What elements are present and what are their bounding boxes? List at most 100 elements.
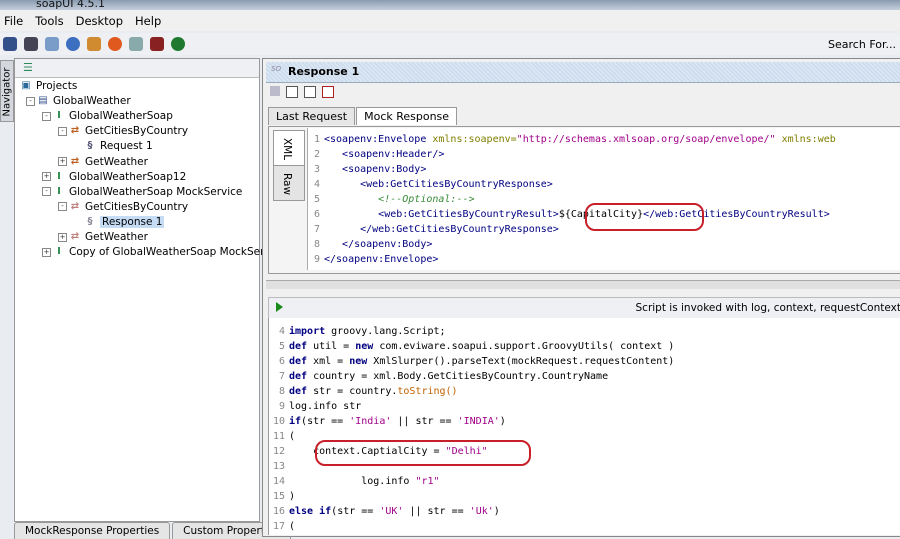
code-token: || str == xyxy=(391,416,457,427)
code-token: xmlns:web xyxy=(776,134,836,145)
users-icon[interactable] xyxy=(87,37,101,51)
preferences-icon[interactable] xyxy=(129,37,143,51)
navigator-tab[interactable]: Navigator xyxy=(0,60,14,122)
soapui-icon[interactable] xyxy=(108,37,122,51)
code-token: def xyxy=(289,386,307,397)
soap-action-icon[interactable] xyxy=(270,86,280,96)
collapse-icon[interactable]: - xyxy=(58,202,67,211)
tree-item[interactable]: +I Copy of GlobalWeatherSoap MockService xyxy=(42,245,286,259)
groovy-script-editor[interactable]: 4import groovy.lang.Script;5def util = n… xyxy=(268,318,900,535)
mockservice-icon: I xyxy=(54,247,64,257)
tab-mock-response[interactable]: Mock Response xyxy=(356,107,457,125)
xml-editor[interactable]: 1<soapenv:Envelope xmlns:soapenv="http:/… xyxy=(307,128,900,270)
code-token: xmlns:soapenv= xyxy=(432,134,516,145)
menu-file[interactable]: File xyxy=(4,14,23,28)
expand-icon[interactable]: + xyxy=(58,157,67,166)
code-token: <web:GetCitiesByCountryResult> xyxy=(324,209,559,220)
tab-last-request[interactable]: Last Request xyxy=(268,107,355,125)
response-title-bar: SOResponse 1 xyxy=(266,62,900,83)
code-token: log.info str xyxy=(289,401,361,412)
list-icon[interactable]: ☰ xyxy=(23,61,33,74)
line-number: 8 xyxy=(310,237,320,252)
toggle-icon[interactable] xyxy=(304,86,316,98)
new-project-icon[interactable] xyxy=(3,37,17,51)
expand-icon[interactable]: + xyxy=(42,248,51,257)
split-divider[interactable] xyxy=(266,280,900,289)
tab-mockresponse-properties[interactable]: MockResponse Properties xyxy=(14,522,170,539)
tab-xml[interactable]: XML xyxy=(273,130,305,166)
tree-item-label: GetWeather xyxy=(85,231,148,243)
fault-icon[interactable] xyxy=(322,86,334,98)
code-line: 8 </soapenv:Body> xyxy=(310,237,432,252)
code-token: </web:GetCitiesByCountryResponse> xyxy=(324,224,559,235)
code-token: ( xyxy=(289,521,295,532)
tree-item-label: GetCitiesByCountry xyxy=(85,201,188,213)
forum-icon[interactable] xyxy=(171,37,185,51)
code-line: 5 <!--Optional:--> xyxy=(310,192,475,207)
help-icon[interactable] xyxy=(66,37,80,51)
code-line: 14 log.info "r1" xyxy=(271,474,440,489)
collapse-icon[interactable]: - xyxy=(42,187,51,196)
code-token: 'UK' xyxy=(379,506,403,517)
mock-response-icon: § xyxy=(85,217,95,227)
tree-item[interactable]: -IGlobalWeatherSoap xyxy=(42,109,173,123)
save-icon[interactable] xyxy=(45,37,59,51)
tree-item[interactable]: ▣Projects xyxy=(21,79,77,93)
code-line: 2 <soapenv:Header/> xyxy=(310,147,444,162)
soap-request-icon: § xyxy=(85,141,95,151)
tree-item-label: Copy of GlobalWeatherSoap MockService xyxy=(69,246,286,258)
line-number: 14 xyxy=(271,474,285,489)
mockservice-icon: I xyxy=(54,187,64,197)
run-script-icon[interactable] xyxy=(276,302,283,312)
menu-help[interactable]: Help xyxy=(135,14,161,28)
tree-item[interactable]: +IGlobalWeatherSoap12 xyxy=(42,170,186,184)
import-icon[interactable] xyxy=(24,37,38,51)
menu-desktop[interactable]: Desktop xyxy=(76,14,123,28)
code-line: 4 <web:GetCitiesByCountryResponse> xyxy=(310,177,553,192)
tree-item[interactable]: +⇄GetWeather xyxy=(58,155,148,169)
code-token: xml = xyxy=(307,356,349,367)
format-icon[interactable] xyxy=(286,86,298,98)
window-title: soapUI 4.5.1 xyxy=(36,0,105,10)
line-number: 12 xyxy=(271,444,285,459)
code-token: ( xyxy=(289,431,295,442)
tree-item[interactable]: -▤GlobalWeather xyxy=(26,94,131,108)
tree-item[interactable]: -⇄GetCitiesByCountry xyxy=(58,124,188,138)
tree-item[interactable]: §Response 1 xyxy=(85,215,164,229)
line-number: 6 xyxy=(310,207,320,222)
code-token: 'Uk' xyxy=(470,506,494,517)
tree-item[interactable]: -IGlobalWeatherSoap MockService xyxy=(42,185,242,199)
code-line: 11( xyxy=(271,429,295,444)
code-token: <web:GetCitiesByCountryResponse> xyxy=(324,179,553,190)
search-forum-label[interactable]: Search For... xyxy=(828,38,896,51)
collapse-icon[interactable]: - xyxy=(58,127,67,136)
line-number: 5 xyxy=(310,192,320,207)
expand-icon[interactable]: + xyxy=(42,172,51,181)
code-token: XmlSlurper().parseText(mockRequest.reque… xyxy=(367,356,674,367)
code-token: log.info xyxy=(289,476,415,487)
line-number: 9 xyxy=(271,399,285,414)
expand-icon[interactable]: + xyxy=(58,233,67,242)
tree-item[interactable]: +⇄GetWeather xyxy=(58,230,148,244)
tree-toolbar: ☰ xyxy=(15,59,259,78)
code-token: if xyxy=(319,506,331,517)
code-token: </soapenv:Envelope> xyxy=(324,254,438,265)
collapse-icon[interactable]: - xyxy=(26,97,35,106)
response-tabs: Last Request Mock Response xyxy=(268,107,458,125)
code-token: def xyxy=(289,371,307,382)
code-token: country = xml.Body.GetCitiesByCountry.Co… xyxy=(307,371,608,382)
menu-tools[interactable]: Tools xyxy=(35,14,63,28)
line-number: 6 xyxy=(271,354,285,369)
project-icon: ▤ xyxy=(38,96,48,106)
code-token: str = country. xyxy=(307,386,397,397)
exit-icon[interactable] xyxy=(150,37,164,51)
code-token: <soapenv:Envelope xyxy=(324,134,432,145)
tree-item[interactable]: -⇄GetCitiesByCountry xyxy=(58,200,188,214)
operation-icon: ⇄ xyxy=(70,157,80,167)
line-number: 7 xyxy=(310,222,320,237)
tab-raw[interactable]: Raw xyxy=(273,165,305,201)
projects-icon: ▣ xyxy=(21,81,31,91)
tree-item[interactable]: §Request 1 xyxy=(85,139,153,153)
script-hint: Script is invoked with log, context, req… xyxy=(636,302,900,314)
collapse-icon[interactable]: - xyxy=(42,112,51,121)
